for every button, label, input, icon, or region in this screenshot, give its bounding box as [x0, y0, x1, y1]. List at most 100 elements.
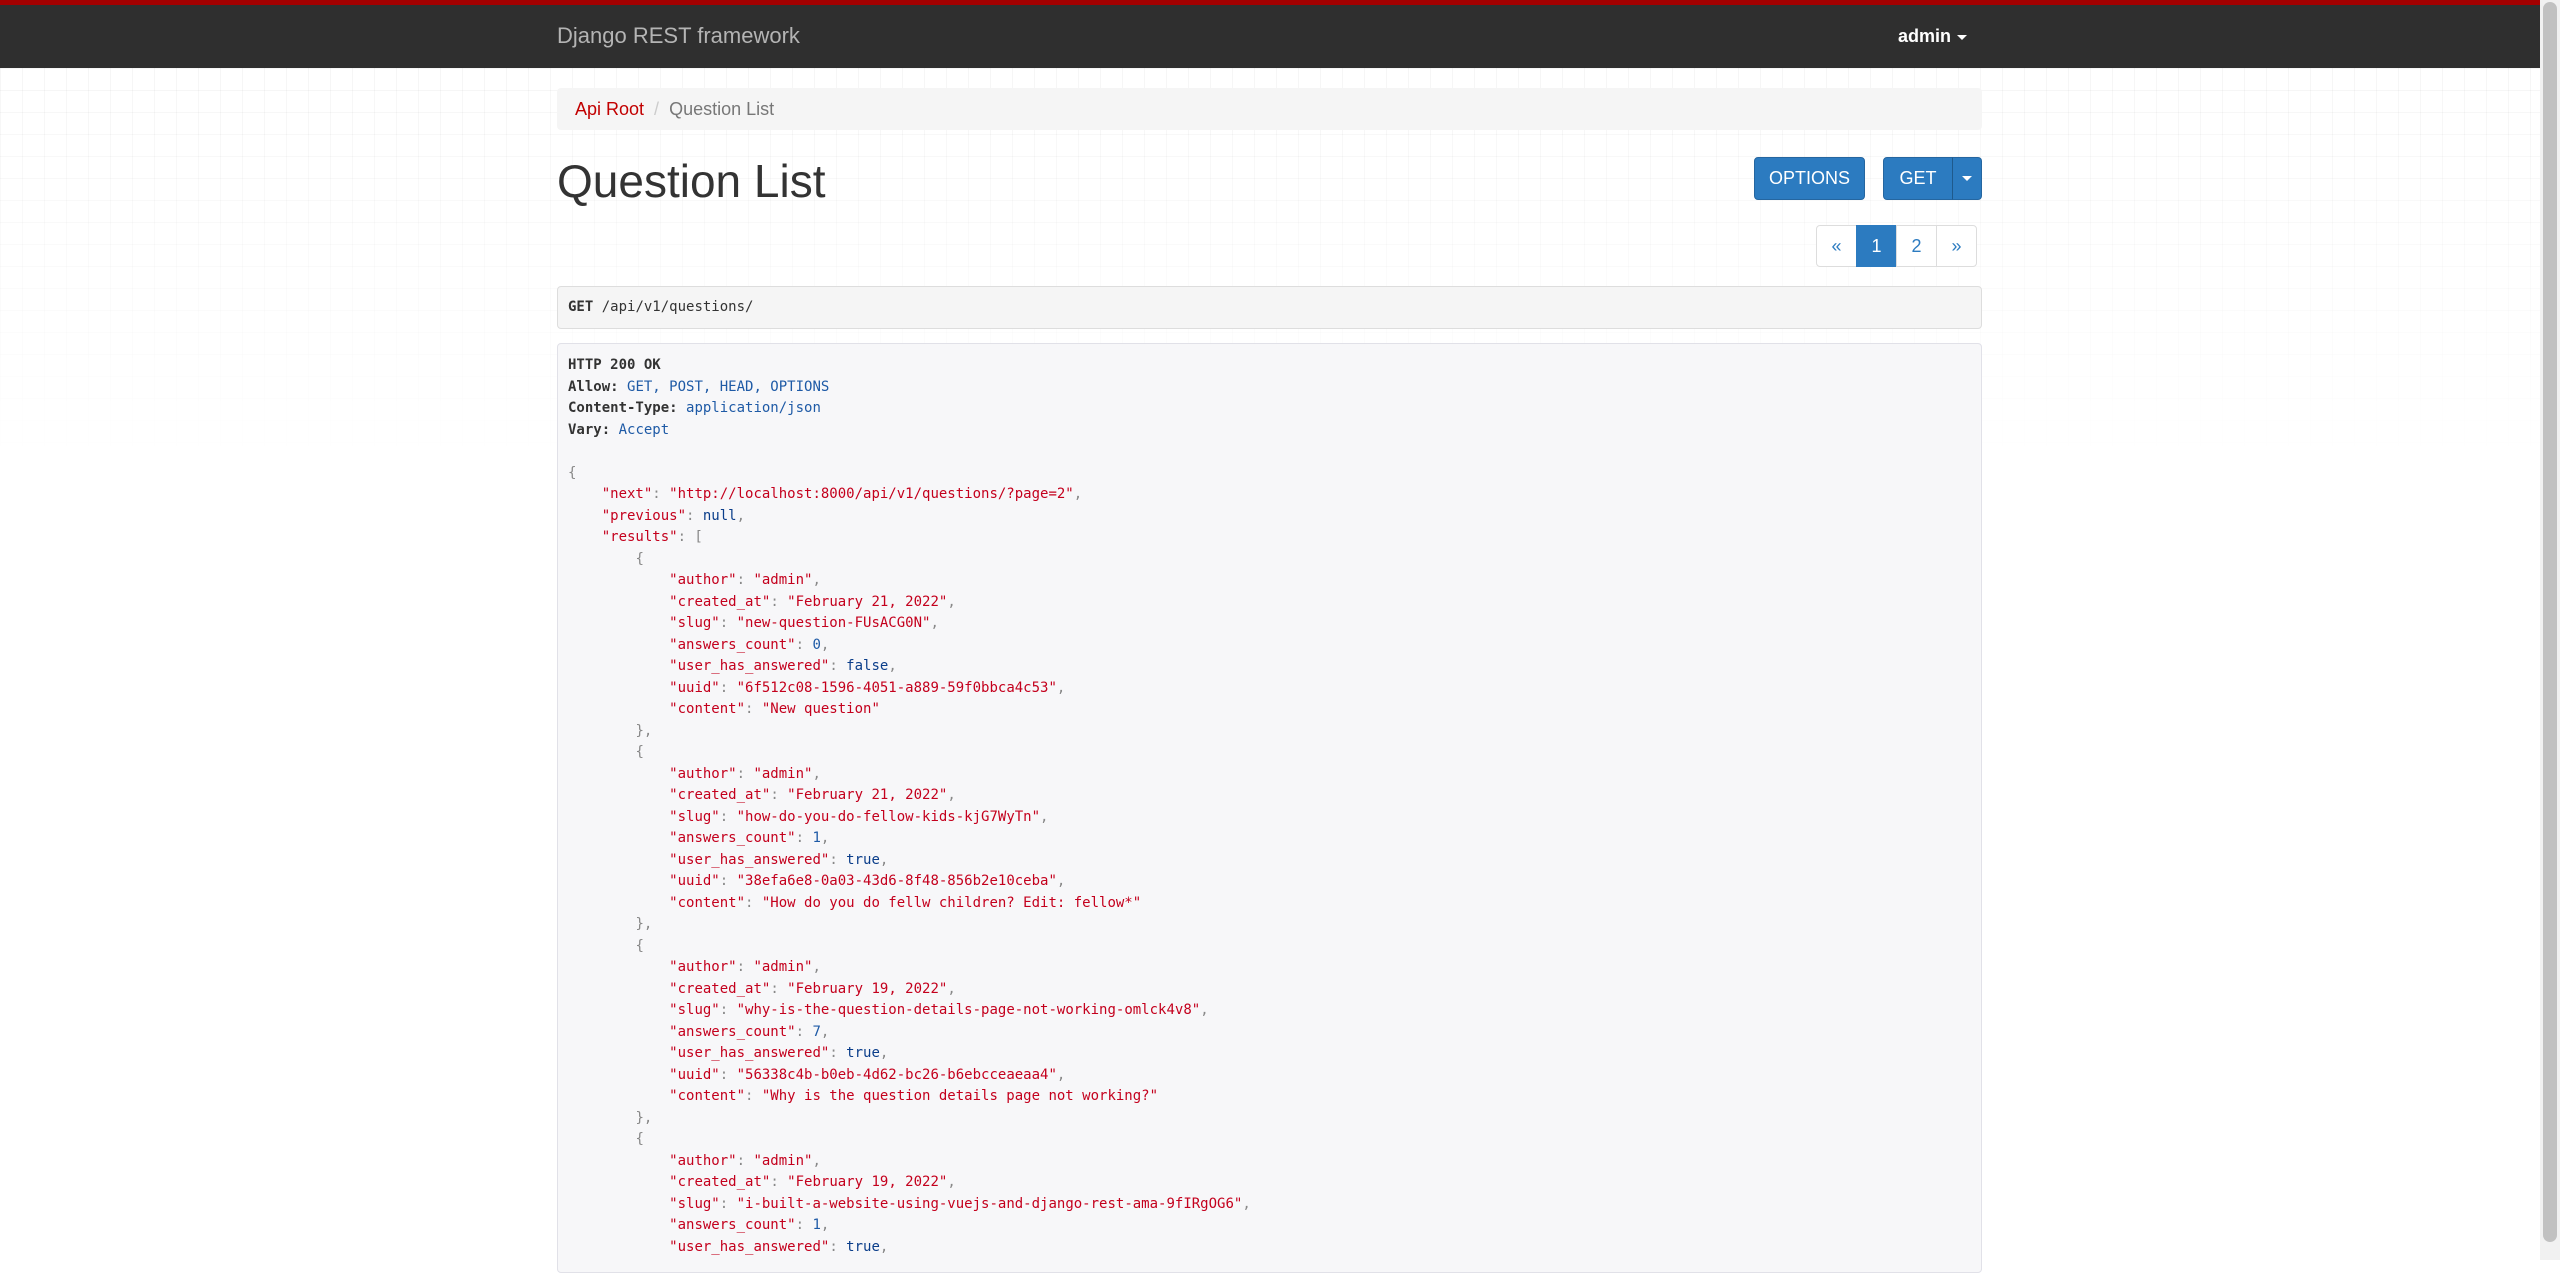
json-object-end: },	[635, 1109, 653, 1126]
json-key: "answers_count"	[669, 1023, 796, 1040]
json-value: true	[846, 1238, 880, 1255]
json-line: "author": "admin",	[669, 959, 821, 975]
json-value: "56338c4b-b0eb-4d62-bc26-b6ebcceaeaa4"	[736, 1066, 1057, 1083]
json-line: "created_at": "February 21, 2022",	[669, 593, 956, 610]
json-line: "user_has_answered": true,	[669, 1238, 889, 1255]
pagination-page-2[interactable]: 2	[1896, 225, 1937, 267]
json-line: "uuid": "56338c4b-b0eb-4d62-bc26-b6ebcce…	[669, 1066, 1066, 1083]
user-dropdown[interactable]: admin	[1898, 26, 1968, 47]
json-key: "answers_count"	[669, 830, 796, 846]
scrollbar-thumb[interactable]	[2543, 2, 2557, 1242]
json-line: "previous": null,	[601, 507, 746, 524]
json-value: "February 19, 2022"	[787, 980, 948, 997]
pagination-previous[interactable]: «	[1816, 225, 1857, 267]
json-line: "content": "Why is the question details …	[669, 1088, 1159, 1104]
json-object-end: },	[635, 722, 653, 739]
json-line: "slug": "new-question-FUsACG0N",	[669, 615, 939, 631]
json-key: "created_at"	[669, 1174, 771, 1190]
caret-down-icon	[1957, 34, 1968, 40]
json-line: "slug": "how-do-you-do-fellow-kids-kjG7W…	[669, 808, 1049, 825]
json-line: "answers_count": 1,	[669, 830, 830, 846]
json-value: "admin"	[753, 572, 813, 588]
breadcrumb-separator: /	[654, 99, 660, 119]
json-value: true	[846, 1045, 880, 1061]
breadcrumb-api-root-link[interactable]: Api Root	[575, 99, 644, 119]
json-key: "user_has_answered"	[669, 1045, 830, 1061]
get-button[interactable]: GET	[1883, 157, 1953, 200]
json-key: "created_at"	[669, 787, 771, 803]
json-line: "slug": "why-is-the-question-details-pag…	[669, 1002, 1209, 1018]
json-line: "user_has_answered": true,	[669, 851, 889, 868]
json-value: "why-is-the-question-details-page-not-wo…	[736, 1002, 1201, 1018]
response-info: HTTP 200 OK Allow: GET, POST, HEAD, OPTI…	[557, 343, 1982, 1273]
json-key: "author"	[669, 572, 737, 588]
json-object-end: },	[635, 916, 653, 932]
json-line: "results": [	[601, 529, 703, 545]
options-button[interactable]: OPTIONS	[1754, 157, 1865, 200]
json-value: "new-question-FUsACG0N"	[736, 615, 931, 631]
json-value: "New question"	[761, 701, 880, 717]
json-value: 0	[812, 636, 821, 653]
json-value: "February 21, 2022"	[787, 787, 948, 803]
response-header-vary: Vary: Accept	[568, 421, 670, 438]
breadcrumb-current: Question List	[669, 99, 775, 119]
json-line: "created_at": "February 19, 2022",	[669, 1174, 956, 1190]
json-key: "slug"	[669, 808, 720, 825]
caret-down-icon	[1962, 176, 1972, 181]
pagination-next[interactable]: »	[1936, 225, 1977, 267]
json-line: "uuid": "6f512c08-1596-4051-a889-59f0bbc…	[669, 679, 1066, 696]
json-line: "author": "admin",	[669, 572, 821, 588]
request-path: /api/v1/questions/	[601, 299, 754, 315]
json-key: "created_at"	[669, 980, 771, 997]
json-key: "uuid"	[669, 873, 720, 889]
json-key: "author"	[669, 1152, 737, 1169]
pagination-page-1[interactable]: 1	[1856, 225, 1897, 267]
json-object-start: {	[635, 550, 644, 567]
json-key: "content"	[669, 1088, 746, 1104]
json-value: 1	[812, 830, 821, 846]
json-line: "answers_count": 1,	[669, 1217, 830, 1233]
json-key: "slug"	[669, 615, 720, 631]
json-value: "admin"	[753, 1152, 813, 1169]
json-key: "slug"	[669, 1195, 720, 1212]
json-value: "how-do-you-do-fellow-kids-kjG7WyTn"	[736, 808, 1041, 825]
get-format-dropdown-toggle[interactable]	[1952, 157, 1982, 200]
json-line: "content": "New question"	[669, 701, 880, 717]
json-value: "February 19, 2022"	[787, 1174, 948, 1190]
json-key: "created_at"	[669, 593, 771, 610]
page-title: Question List	[557, 155, 826, 207]
json-key: "slug"	[669, 1002, 720, 1018]
json-key: "answers_count"	[669, 1217, 796, 1233]
json-key: "content"	[669, 701, 746, 717]
json-key: "user_has_answered"	[669, 851, 830, 868]
json-line: "author": "admin",	[669, 765, 821, 782]
json-line: "created_at": "February 19, 2022",	[669, 980, 956, 997]
breadcrumb: Api Root / Question List	[557, 88, 1982, 130]
navbar: Django REST framework admin	[0, 0, 2540, 68]
json-value: "admin"	[753, 765, 813, 782]
json-value: true	[846, 851, 880, 868]
vertical-scrollbar[interactable]	[2540, 0, 2560, 1260]
json-key: "uuid"	[669, 1066, 720, 1083]
json-line: "slug": "i-built-a-website-using-vuejs-a…	[669, 1195, 1251, 1212]
json-object-start: {	[635, 744, 644, 760]
json-key: "results"	[601, 529, 678, 545]
response-header-allow: Allow: GET, POST, HEAD, OPTIONS	[568, 378, 830, 395]
json-line: "created_at": "February 21, 2022",	[669, 787, 956, 803]
json-key: "answers_count"	[669, 636, 796, 653]
json-key: "uuid"	[669, 679, 720, 696]
json-key: "content"	[669, 894, 746, 911]
pagination: « 1 2 »	[1816, 225, 1977, 267]
user-name: admin	[1898, 26, 1952, 46]
json-key: "user_has_answered"	[669, 658, 830, 674]
response-status: HTTP 200 OK	[568, 357, 661, 373]
json-line: "uuid": "38efa6e8-0a03-43d6-8f48-856b2e1…	[669, 873, 1066, 889]
json-key: "author"	[669, 765, 737, 782]
json-line: "author": "admin",	[669, 1152, 821, 1169]
json-value: "6f512c08-1596-4051-a889-59f0bbca4c53"	[736, 679, 1057, 696]
json-value: false	[846, 658, 889, 674]
brand-link[interactable]: Django REST framework	[557, 23, 800, 49]
json-value: null	[702, 507, 737, 524]
json-value: "How do you do fellw children? Edit: fel…	[761, 894, 1142, 911]
json-key: "next"	[601, 486, 653, 502]
